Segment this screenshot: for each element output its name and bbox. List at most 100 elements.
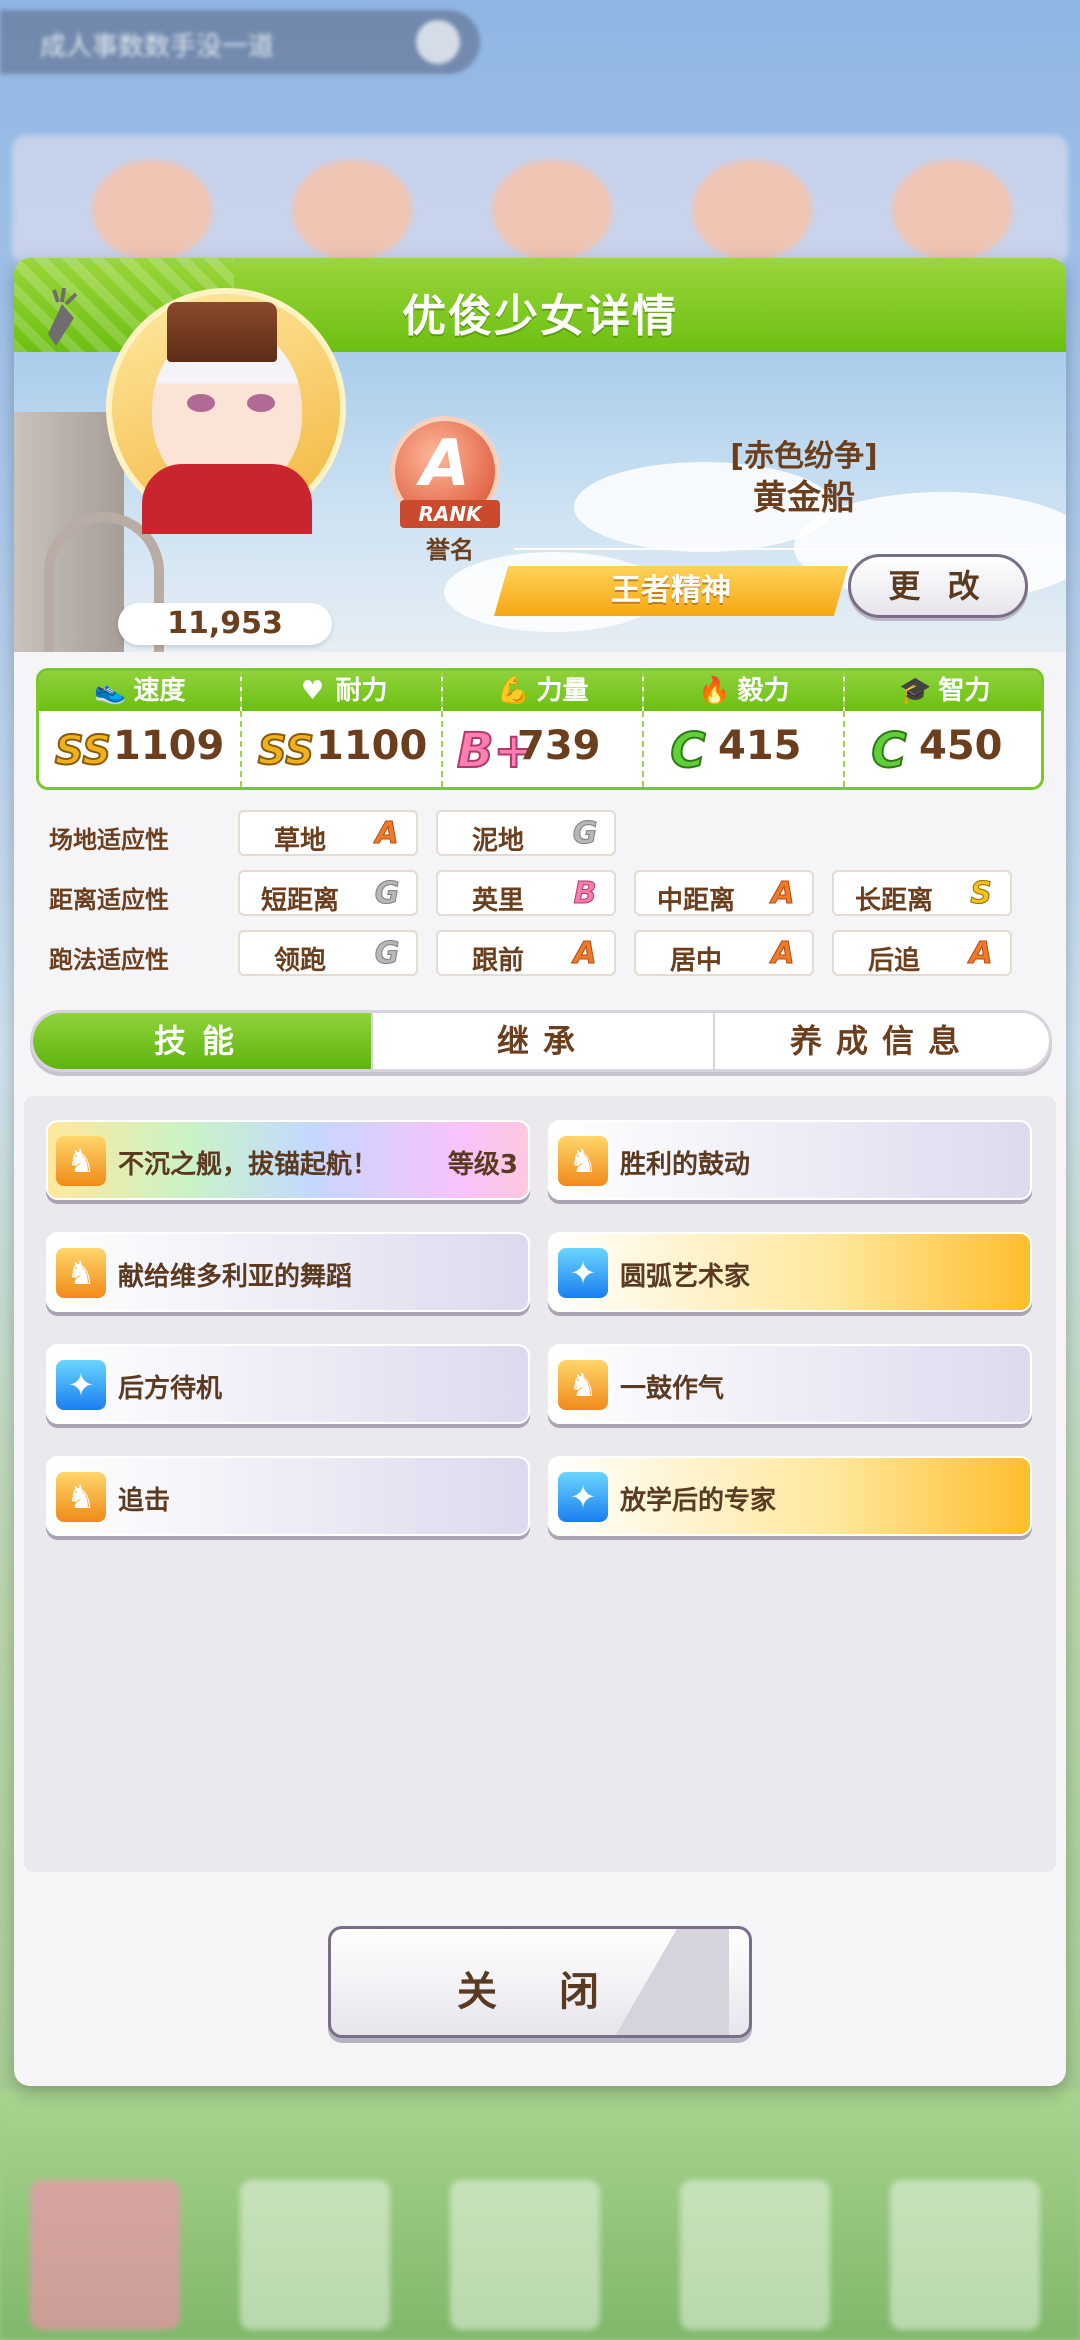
fan-count: 11,953 (118, 603, 332, 645)
aptitude-box: 长距离 S (832, 870, 1012, 916)
track-aptitude-label: 场地适应性 (49, 826, 169, 854)
skill-icon: ✦ (558, 1472, 608, 1522)
background-banner: 成人事数数手没一道 (0, 10, 480, 74)
skill-name: 胜利的鼓动 (620, 1150, 751, 1180)
aptitude-grade: A (375, 816, 399, 851)
distance-aptitude-label: 距离适应性 (49, 886, 169, 914)
skill-item[interactable]: ♞ 一鼓作气 (548, 1344, 1032, 1424)
aptitude-box: 居中 A (634, 930, 814, 976)
character-name: 黄金船 (753, 478, 855, 518)
skill-item[interactable]: ♞ 胜利的鼓动 (548, 1120, 1032, 1200)
skill-icon: ♞ (56, 1472, 106, 1522)
skill-name: 不沉之舰，拔锚起航！ (118, 1150, 379, 1180)
skill-item[interactable]: ♞ 献给维多利亚的舞蹈 (46, 1232, 530, 1312)
stat-column: ♥ 耐力 SS 1100 (240, 671, 441, 787)
aptitude-name: 领跑 (273, 946, 326, 976)
stat-value: 450 (919, 723, 1003, 769)
detail-tabs: 技能 继承 养成信息 (30, 1010, 1052, 1072)
tab-1[interactable]: 继承 (371, 1013, 713, 1069)
aptitude-box: 英里 B (436, 870, 616, 916)
carrot-icon[interactable] (40, 288, 84, 348)
aptitude-name: 后追 (867, 946, 920, 976)
stat-header: 🎓 智力 (845, 671, 1041, 711)
shoe-icon: 👟 (94, 676, 127, 706)
tab-2[interactable]: 养成信息 (713, 1013, 1049, 1069)
skill-name: 追击 (118, 1486, 171, 1516)
aptitude-name: 中距离 (656, 886, 735, 916)
aptitude-box: 领跑 G (238, 930, 418, 976)
aptitude-box: 草地 A (238, 810, 418, 856)
stat-header: 🔥 毅力 (644, 671, 843, 711)
stat-label: 力量 (536, 676, 589, 706)
rank-letter: A (420, 427, 470, 501)
stat-value: 1109 (113, 723, 225, 769)
flame-icon: 🔥 (698, 676, 731, 706)
skill-icon: ♞ (56, 1248, 106, 1298)
stat-header: ♥ 耐力 (242, 671, 441, 711)
heart-icon: ♥ (300, 676, 325, 706)
change-epithet-button[interactable]: 更 改 (848, 554, 1028, 618)
aptitude-grade: G (374, 876, 400, 911)
aptitude-name: 长距离 (854, 886, 933, 916)
epithet-plate: 王者精神 (494, 566, 848, 616)
stat-column: 👟 速度 SS 1109 (39, 671, 240, 787)
character-avatar[interactable] (106, 288, 346, 534)
stat-grade: B+ (456, 722, 535, 780)
stat-value: 415 (718, 723, 802, 769)
rank-caption: 誉名 (426, 536, 474, 564)
background-bottom-nav (0, 2090, 1080, 2340)
aptitude-name: 短距离 (260, 886, 339, 916)
horse-detail-dialog: 优俊少女详情 11,953 A RANK 誉名 [赤色纷争] 黄金船 王者精神 … (14, 258, 1066, 2086)
stat-label: 毅力 (737, 676, 790, 706)
background-character-strip (12, 135, 1068, 265)
aptitude-box: 跟前 A (436, 930, 616, 976)
info-icon (416, 20, 460, 64)
aptitude-grade: A (771, 936, 795, 971)
aptitude-name: 跟前 (471, 946, 524, 976)
aptitude-name: 草地 (273, 826, 326, 856)
skill-icon: ♞ (56, 1136, 106, 1186)
skill-item[interactable]: ✦ 放学后的专家 (548, 1456, 1032, 1536)
aptitude-box: 后追 A (832, 930, 1012, 976)
skill-icon: ✦ (558, 1248, 608, 1298)
close-button-label: 关 闭 (457, 1969, 623, 2015)
stat-grade: SS (54, 727, 112, 775)
aptitude-grade: S (970, 876, 993, 911)
aptitude-grade: A (969, 936, 993, 971)
aptitude-box: 短距离 G (238, 870, 418, 916)
stat-label: 速度 (133, 676, 186, 706)
skill-item[interactable]: ♞ 追击 (46, 1456, 530, 1536)
style-aptitude-label: 跑法适应性 (49, 946, 169, 974)
stat-column: 🔥 毅力 C 415 (642, 671, 843, 787)
aptitude-name: 居中 (669, 946, 722, 976)
skill-level: 等级3 (447, 1150, 518, 1180)
stat-grade: C (669, 722, 706, 780)
skill-icon: ✦ (56, 1360, 106, 1410)
stat-column: 💪 力量 B+ 739 (441, 671, 642, 787)
skill-name: 献给维多利亚的舞蹈 (118, 1262, 353, 1292)
stat-label: 智力 (938, 676, 991, 706)
stat-value: 1100 (316, 723, 428, 769)
aptitude-grade: A (573, 936, 597, 971)
stat-label: 耐力 (335, 676, 388, 706)
skill-icon: ♞ (558, 1136, 608, 1186)
background-banner-text: 成人事数数手没一道 (40, 32, 275, 62)
tab-0[interactable]: 技能 (33, 1013, 371, 1069)
aptitude-grade: B (573, 876, 597, 911)
skill-name: 一鼓作气 (620, 1374, 725, 1404)
close-button[interactable]: 关 闭 (328, 1926, 752, 2038)
stat-grade: C (870, 722, 907, 780)
skill-item[interactable]: ✦ 圆弧艺术家 (548, 1232, 1032, 1312)
skill-name: 后方待机 (118, 1374, 223, 1404)
skill-item[interactable]: ✦ 后方待机 (46, 1344, 530, 1424)
skill-name: 圆弧艺术家 (620, 1262, 751, 1292)
rank-ribbon: RANK (400, 500, 500, 528)
aptitude-box: 中距离 A (634, 870, 814, 916)
stats-table: 👟 速度 SS 1109 ♥ 耐力 SS 1100 💪 力量 B+ 739 🔥 毅力 C 415 🎓 智力 C 450 (36, 668, 1044, 790)
skill-item[interactable]: ♞ 不沉之舰，拔锚起航！ 等级3 (46, 1120, 530, 1200)
aptitude-name: 泥地 (471, 826, 524, 856)
outfit-title: [赤色纷争] (730, 439, 878, 474)
skill-list: ♞ 不沉之舰，拔锚起航！ 等级3 ♞ 胜利的鼓动 ♞ 献给维多利亚的舞蹈 ✦ 圆弧艺术家 ✦ 后方待… (24, 1096, 1056, 1872)
aptitude-grade: G (374, 936, 400, 971)
stat-column: 🎓 智力 C 450 (843, 671, 1041, 787)
